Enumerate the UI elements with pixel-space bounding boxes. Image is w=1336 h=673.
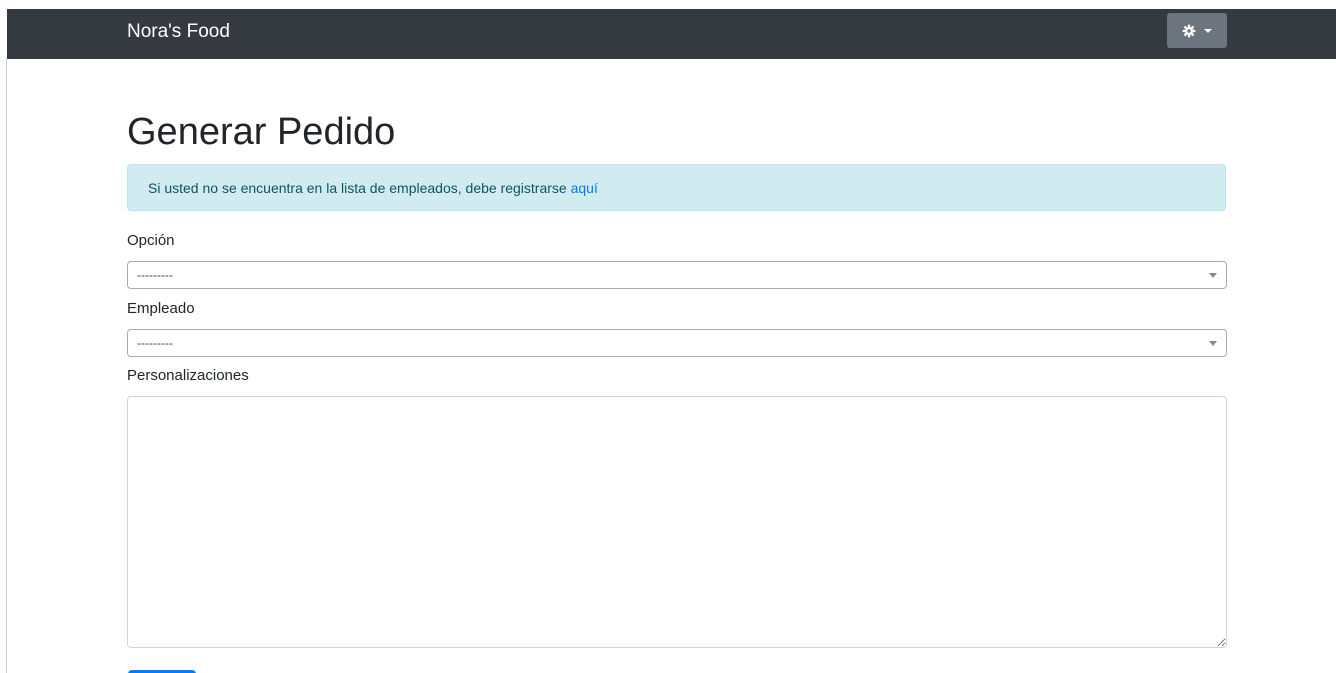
opcion-selected-value: --------- — [137, 268, 173, 282]
opcion-label: Opción — [127, 232, 175, 249]
chevron-down-icon — [1209, 341, 1217, 346]
personalizaciones-label: Personalizaciones — [127, 367, 249, 384]
page: Nora's Food Generar Pedido Si usted no s… — [0, 0, 1336, 673]
register-link[interactable]: aquí — [571, 180, 598, 196]
empleado-label: Empleado — [127, 300, 195, 317]
navbar: Nora's Food — [7, 9, 1336, 59]
caret-down-icon — [1204, 29, 1212, 33]
brand-link[interactable]: Nora's Food — [127, 9, 230, 59]
opcion-select[interactable]: --------- — [127, 261, 1227, 289]
chevron-down-icon — [1209, 273, 1217, 278]
left-edge-divider — [6, 59, 7, 673]
gear-icon — [1182, 24, 1196, 38]
personalizaciones-textarea[interactable] — [127, 396, 1227, 648]
empleado-selected-value: --------- — [137, 336, 173, 350]
info-alert: Si usted no se encuentra en la lista de … — [127, 164, 1226, 211]
settings-dropdown-button[interactable] — [1167, 13, 1227, 48]
alert-message: Si usted no se encuentra en la lista de … — [148, 180, 571, 196]
empleado-select[interactable]: --------- — [127, 329, 1227, 357]
page-title: Generar Pedido — [127, 111, 396, 153]
